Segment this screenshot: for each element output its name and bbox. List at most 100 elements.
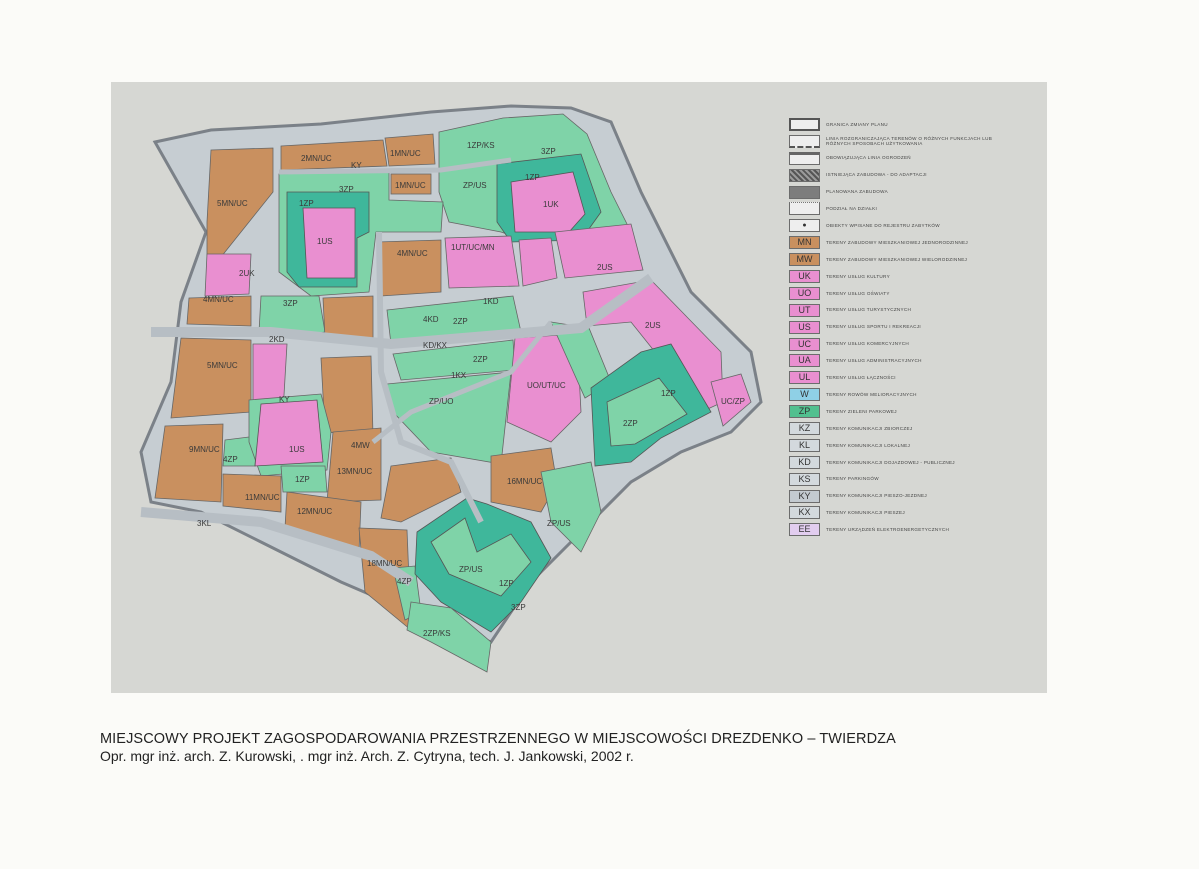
legend-row: ISTNIEJĄCA ZABUDOWA - DO ADAPTACJI: [789, 167, 1039, 184]
legend-swatch-uo: UO: [789, 286, 820, 300]
legend-row: UT TERENY USŁUG TURYSTYCZNYCH: [789, 302, 1039, 319]
legend-row: PODZIAŁ NA DZIAŁKI: [789, 200, 1039, 217]
caption: MIEJSCOWY PROJEKT ZAGOSPODAROWANIA PRZES…: [100, 731, 1100, 764]
legend-text: TERENY KOMUNIKACJI PIESZO-JEZDNEJ: [826, 493, 927, 499]
map-label: 2ZP/KS: [423, 629, 451, 638]
building-line-icon: [789, 151, 820, 165]
legend-text: TERENY USŁUG KOMERCYJNYCH: [826, 341, 909, 347]
legend-row: OBOWIĄZUJĄCA LINIA OGRODZEŃ: [789, 150, 1039, 167]
zone-5mn-uc-w: [170, 337, 252, 419]
legend-text: PLANOWANA ZABUDOWA: [826, 189, 888, 195]
legend-swatch-mw: MW: [789, 253, 820, 267]
map-label: ZP/UO: [429, 397, 453, 406]
legend-swatch-ua: UA: [789, 354, 820, 368]
legend-swatch-ut: UT: [789, 303, 820, 317]
map-label: KY: [351, 161, 362, 170]
map-label: 1MN/UC: [395, 181, 426, 190]
map-label: 2MN/UC: [301, 154, 332, 163]
legend-row: KZ TERENY KOMUNIKACJI ZBIORCZEJ: [789, 420, 1039, 437]
legend-text: TERENY URZĄDZEŃ ELEKTROENERGETYCZNYCH: [826, 527, 950, 533]
map-label: 5MN/UC: [207, 361, 238, 370]
map-label: 2KD: [269, 335, 285, 344]
legend-swatch-ul: UL: [789, 371, 820, 385]
legend-row: ● OBIEKTY WPISANE DO REJESTRU ZABYTKÓW: [789, 217, 1039, 234]
legend-swatch-zp: ZP: [789, 405, 820, 419]
map-label: UC/ZP: [721, 397, 745, 406]
legend-text: TERENY ZIELENI PARKOWEJ: [826, 408, 897, 414]
legend-text: TERENY USŁUG ŁĄCZNOŚCI: [826, 375, 896, 381]
monument-dot-icon: ●: [789, 219, 820, 233]
legend-text: TERENY USŁUG SPORTU I REKREACJI: [826, 324, 921, 330]
legend-swatch-kz: KZ: [789, 421, 820, 435]
existing-building-icon: [789, 168, 820, 182]
map-label: 3ZP: [541, 147, 556, 156]
map-label: 2UK: [239, 269, 255, 278]
map-label: 1ZP: [295, 475, 310, 484]
legend-row: UL TERENY USŁUG ŁĄCZNOŚCI: [789, 369, 1039, 386]
legend-text: TERENY USŁUG KULTURY: [826, 273, 890, 279]
division-line-icon: [789, 134, 820, 148]
legend-text: ISTNIEJĄCA ZABUDOWA - DO ADAPTACJI: [826, 172, 927, 178]
map-label: 9MN/UC: [189, 445, 220, 454]
map-label: 1US: [317, 237, 333, 246]
legend-text: TERENY PARKINGÓW: [826, 476, 879, 482]
zone-uc-mn: [518, 237, 558, 287]
map-label: 1ZP: [299, 199, 314, 208]
legend-row: KY TERENY KOMUNIKACJI PIESZO-JEZDNEJ: [789, 488, 1039, 505]
map-label: 3KL: [197, 519, 212, 528]
caption-title: MIEJSCOWY PROJEKT ZAGOSPODAROWANIA PRZES…: [100, 731, 896, 747]
legend-row: UK TERENY USŁUG KULTURY: [789, 268, 1039, 285]
legend-row: W TERENY ROWÓW MELIORACYJNYCH: [789, 386, 1039, 403]
legend-row: KS TERENY PARKINGÓW: [789, 471, 1039, 488]
map-label: 4ZP: [223, 455, 238, 464]
legend-row: KX TERENY KOMUNIKACJI PIESZEJ: [789, 504, 1039, 521]
map-label: 2US: [645, 321, 661, 330]
legend-row: UO TERENY USŁUG OŚWIATY: [789, 285, 1039, 302]
plan-boundary-icon: [789, 117, 820, 131]
legend-swatch-uk: UK: [789, 269, 820, 283]
map-label: UO/UT/UC: [527, 381, 566, 390]
map-label: KY: [279, 395, 290, 404]
legend-row: ZP TERENY ZIELENI PARKOWEJ: [789, 403, 1039, 420]
map-label: 4MN/UC: [397, 249, 428, 258]
legend-text: PODZIAŁ NA DZIAŁKI: [826, 206, 878, 212]
legend-swatch-ks: KS: [789, 472, 820, 486]
legend-row: PLANOWANA ZABUDOWA: [789, 184, 1039, 201]
map-label: 2ZP: [473, 355, 488, 364]
plan-board: 2MN/UC 1MN/UC 1ZP/KS 3ZP 1MN/UC ZP/US 1ZP 1UK 3Z…: [111, 82, 1047, 693]
zone-9mn-uc: [154, 423, 224, 503]
legend-text: OBIEKTY WPISANE DO REJESTRU ZABYTKÓW: [826, 223, 940, 229]
map-label: 1ZP: [499, 579, 514, 588]
legend-swatch-uc: UC: [789, 337, 820, 351]
map-label: 4ZP: [397, 577, 412, 586]
map-label: 3ZP: [339, 185, 354, 194]
map-label: 18MN/UC: [367, 559, 402, 568]
map-label: ZP/US: [463, 181, 487, 190]
map-label: 11MN/UC: [245, 493, 280, 502]
map-label: 5MN/UC: [217, 199, 248, 208]
legend-text: GRANICA ZMIANY PLANU: [826, 121, 888, 127]
map-label: 1MN/UC: [390, 149, 421, 158]
legend-text: TERENY USŁUG TURYSTYCZNYCH: [826, 307, 912, 313]
map-label: 1UT/UC/MN: [451, 243, 495, 252]
legend-row: GRANICA ZMIANY PLANU: [789, 116, 1039, 133]
legend-text: TERENY USŁUG OŚWIATY: [826, 290, 890, 296]
map-label: ZP/US: [547, 519, 571, 528]
legend-text: TERENY KOMUNIKACJI DOJAZDOWEJ - PUBLICZN…: [826, 459, 955, 465]
legend-row: US TERENY USŁUG SPORTU I REKREACJI: [789, 319, 1039, 336]
map-label: 1KX: [451, 371, 467, 380]
legend-row: EE TERENY URZĄDZEŃ ELEKTROENERGETYCZNYCH: [789, 521, 1039, 538]
legend-row: KL TERENY KOMUNIKACJI LOKALNEJ: [789, 437, 1039, 454]
planned-building-icon: [789, 185, 820, 199]
map-label: 3ZP: [283, 299, 298, 308]
caption-authors: Opr. mgr inż. arch. Z. Kurowski, . mgr i…: [100, 748, 634, 764]
map-label: ZP/US: [459, 565, 483, 574]
map-label: 4MW: [351, 441, 370, 450]
legend-row: LINIA ROZGRANICZAJĄCA TERENÓW O RÓŻNYCH …: [789, 133, 1039, 150]
zone-1us-s: [254, 399, 324, 467]
map-label: 1US: [289, 445, 305, 454]
legend-row: KD TERENY KOMUNIKACJI DOJAZDOWEJ - PUBLIC…: [789, 454, 1039, 471]
map-label: KD/KX: [423, 341, 448, 350]
map-label: 16MN/UC: [507, 477, 542, 486]
legend-row: UC TERENY USŁUG KOMERCYJNYCH: [789, 336, 1039, 353]
